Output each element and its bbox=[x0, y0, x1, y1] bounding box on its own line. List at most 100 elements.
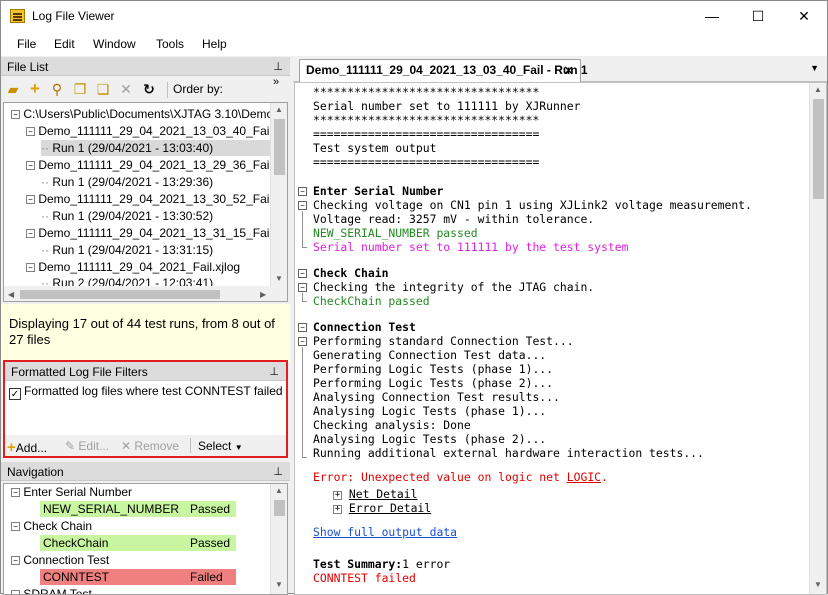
nav-test[interactable]: − Enter Serial Number bbox=[11, 484, 132, 501]
log-vscrollbar[interactable]: ▲ ▼ bbox=[809, 83, 826, 594]
log-line-pass: NEW_SERIAL_NUMBER passed bbox=[313, 226, 478, 240]
collapse-icon[interactable]: − bbox=[11, 110, 20, 119]
file-name: Demo_111111_29_04_2021_13_29_36_Fail.xjl… bbox=[38, 158, 288, 172]
fold-collapse-icon[interactable]: − bbox=[298, 337, 307, 346]
log-line: Test system output bbox=[313, 141, 437, 155]
fold-collapse-icon[interactable]: − bbox=[298, 323, 307, 332]
select-dropdown-button[interactable]: Select ▼ bbox=[198, 439, 243, 453]
error-line: Error: Unexpected value on logic net LOG… bbox=[313, 470, 608, 484]
log-line: Generating Connection Test data... bbox=[313, 348, 547, 362]
collapse-icon[interactable]: − bbox=[11, 556, 20, 565]
minimize-button[interactable]: — bbox=[689, 1, 735, 32]
tree-file[interactable]: − Demo_111111_29_04_2021_13_29_36_Fail.x… bbox=[26, 157, 288, 173]
error-detail-link[interactable]: Error Detail bbox=[349, 501, 431, 515]
tree-file[interactable]: − Demo_111111_29_04_2021_13_03_40_Fail.x… bbox=[26, 123, 287, 139]
maximize-button[interactable]: ☐ bbox=[735, 1, 781, 32]
collapse-icon[interactable]: − bbox=[26, 127, 35, 136]
edit-filter-button[interactable]: ✎ Edit... bbox=[65, 439, 109, 453]
add-icon[interactable]: + bbox=[26, 80, 44, 98]
log-line: Analysing Connection Test results... bbox=[313, 390, 560, 404]
nav-subtest-failed[interactable]: CONNTEST Failed bbox=[40, 569, 236, 585]
tab-log-run-1[interactable]: Demo_111111_29_04_2021_13_03_40_Fail - R… bbox=[299, 59, 588, 82]
status-badge: Passed bbox=[190, 536, 231, 550]
expand-icon[interactable]: + bbox=[333, 505, 342, 514]
fold-collapse-icon[interactable]: − bbox=[298, 269, 307, 278]
copy-icon[interactable]: ❐ bbox=[71, 80, 89, 98]
tab-list-chevron-down-icon[interactable]: ▼ bbox=[810, 63, 819, 73]
file-tree-hscrollbar[interactable]: ◀ ▶ bbox=[4, 286, 287, 301]
tree-file[interactable]: − Demo_111111_29_04_2021_13_30_52_Fail.x… bbox=[26, 191, 287, 207]
filters-header: Formatted Log File Filters ⊥ bbox=[5, 362, 286, 381]
net-detail-row[interactable]: + Net Detail bbox=[333, 487, 417, 501]
tab-title: Demo_111111_29_04_2021_13_03_40_Fail - R… bbox=[306, 63, 588, 77]
scroll-thumb[interactable] bbox=[274, 119, 285, 175]
scroll-thumb[interactable] bbox=[274, 500, 285, 516]
pin-icon[interactable]: ⊥ bbox=[273, 60, 283, 73]
nav-test[interactable]: − Connection Test bbox=[11, 552, 109, 569]
net-detail-link[interactable]: Net Detail bbox=[349, 487, 418, 501]
menu-file[interactable]: File bbox=[17, 37, 36, 51]
menu-window[interactable]: Window bbox=[93, 37, 136, 51]
toolbar-overflow-icon[interactable]: » bbox=[273, 76, 279, 88]
tree-run[interactable]: ·· Run 1 (29/04/2021 - 13:29:36) bbox=[41, 174, 213, 190]
add-filter-button[interactable]: +Add... bbox=[7, 439, 47, 456]
toolbar-separator bbox=[167, 82, 168, 98]
log-line: ================================= bbox=[313, 155, 540, 169]
delete-icon[interactable]: ✕ bbox=[117, 80, 135, 98]
scroll-thumb[interactable] bbox=[20, 290, 220, 299]
tree-file[interactable]: − Demo_111111_29_04_2021_Fail.xjlog bbox=[26, 259, 240, 275]
nav-subtest-passed[interactable]: CheckChain Passed bbox=[40, 535, 236, 551]
file-name: Demo_111111_29_04_2021_13_31_15_Fail.xjl… bbox=[38, 226, 288, 240]
expand-icon[interactable]: − bbox=[11, 590, 20, 594]
nav-subtest-passed[interactable]: NEW_SERIAL_NUMBER Passed bbox=[40, 501, 236, 517]
logic-net-link[interactable]: LOGIC bbox=[567, 470, 601, 484]
order-by-label[interactable]: Order by: bbox=[173, 82, 223, 96]
search-icon[interactable]: ⚲ bbox=[48, 80, 66, 98]
delete-icon: ✕ bbox=[121, 439, 132, 453]
filter-checkbox[interactable]: ✓ bbox=[9, 388, 21, 400]
nav-test[interactable]: − Check Chain bbox=[11, 518, 92, 535]
collapse-icon[interactable]: − bbox=[26, 195, 35, 204]
refresh-icon[interactable]: ↻ bbox=[140, 80, 158, 98]
log-line-info: Serial number set to 111111 by the test … bbox=[313, 240, 629, 254]
navigation-vscrollbar[interactable]: ▲ ▼ bbox=[270, 484, 287, 594]
close-button[interactable]: ✕ bbox=[781, 1, 827, 32]
add-icon: + bbox=[7, 439, 16, 456]
tree-run[interactable]: ·· Run 1 (29/04/2021 - 13:31:15) bbox=[41, 242, 213, 258]
collapse-icon[interactable]: − bbox=[11, 488, 20, 497]
tree-run[interactable]: ·· Run 1 (29/04/2021 - 13:30:52) bbox=[41, 208, 213, 224]
navigation-tree: − Enter Serial Number NEW_SERIAL_NUMBER P… bbox=[3, 483, 288, 595]
menu-edit[interactable]: Edit bbox=[54, 37, 75, 51]
collapse-icon[interactable]: − bbox=[26, 161, 35, 170]
root-path-label: C:\Users\Public\Documents\XJTAG 3.10\Dem… bbox=[23, 107, 288, 121]
remove-filter-button[interactable]: ✕ Remove bbox=[121, 439, 179, 453]
error-detail-row[interactable]: + Error Detail bbox=[333, 501, 431, 515]
collapse-icon[interactable]: − bbox=[11, 522, 20, 531]
collapse-icon[interactable]: − bbox=[26, 229, 35, 238]
show-full-output-link[interactable]: Show full output data bbox=[313, 525, 457, 539]
collapse-icon[interactable]: − bbox=[26, 263, 35, 272]
scroll-thumb[interactable] bbox=[813, 99, 824, 199]
open-folder-icon[interactable]: ▰ bbox=[4, 80, 22, 98]
pin-icon[interactable]: ⊥ bbox=[273, 465, 283, 478]
fold-collapse-icon[interactable]: − bbox=[298, 187, 307, 196]
pin-icon[interactable]: ⊥ bbox=[269, 365, 279, 378]
tree-file[interactable]: − Demo_111111_29_04_2021_13_31_15_Fail.x… bbox=[26, 225, 288, 241]
tree-run-selected[interactable]: ·· Run 1 (29/04/2021 - 13:03:40) bbox=[41, 140, 283, 156]
menu-tools[interactable]: Tools bbox=[156, 37, 184, 51]
failed-summary-line: CONNTEST failed bbox=[313, 571, 416, 585]
menu-help[interactable]: Help bbox=[202, 37, 227, 51]
close-tab-icon[interactable]: ✕ bbox=[563, 60, 574, 81]
title-bar[interactable]: Log File Viewer — ☐ ✕ bbox=[1, 1, 827, 32]
file-tree-vscrollbar[interactable]: ▲ ▼ bbox=[270, 103, 287, 286]
file-name: Demo_111111_29_04_2021_Fail.xjlog bbox=[38, 260, 241, 274]
filter-item[interactable]: ✓ Formatted log files where test CONNTEST… bbox=[9, 384, 283, 400]
app-logo-icon bbox=[10, 9, 25, 23]
fold-collapse-icon[interactable]: − bbox=[298, 201, 307, 210]
log-line: Checking voltage on CN1 pin 1 using XJLi… bbox=[313, 198, 752, 212]
tree-root[interactable]: − C:\Users\Public\Documents\XJTAG 3.10\D… bbox=[11, 106, 288, 122]
add-copy-icon[interactable]: ❏ bbox=[94, 80, 112, 98]
expand-icon[interactable]: + bbox=[333, 491, 342, 500]
toolbar-separator bbox=[190, 438, 191, 453]
fold-collapse-icon[interactable]: − bbox=[298, 283, 307, 292]
